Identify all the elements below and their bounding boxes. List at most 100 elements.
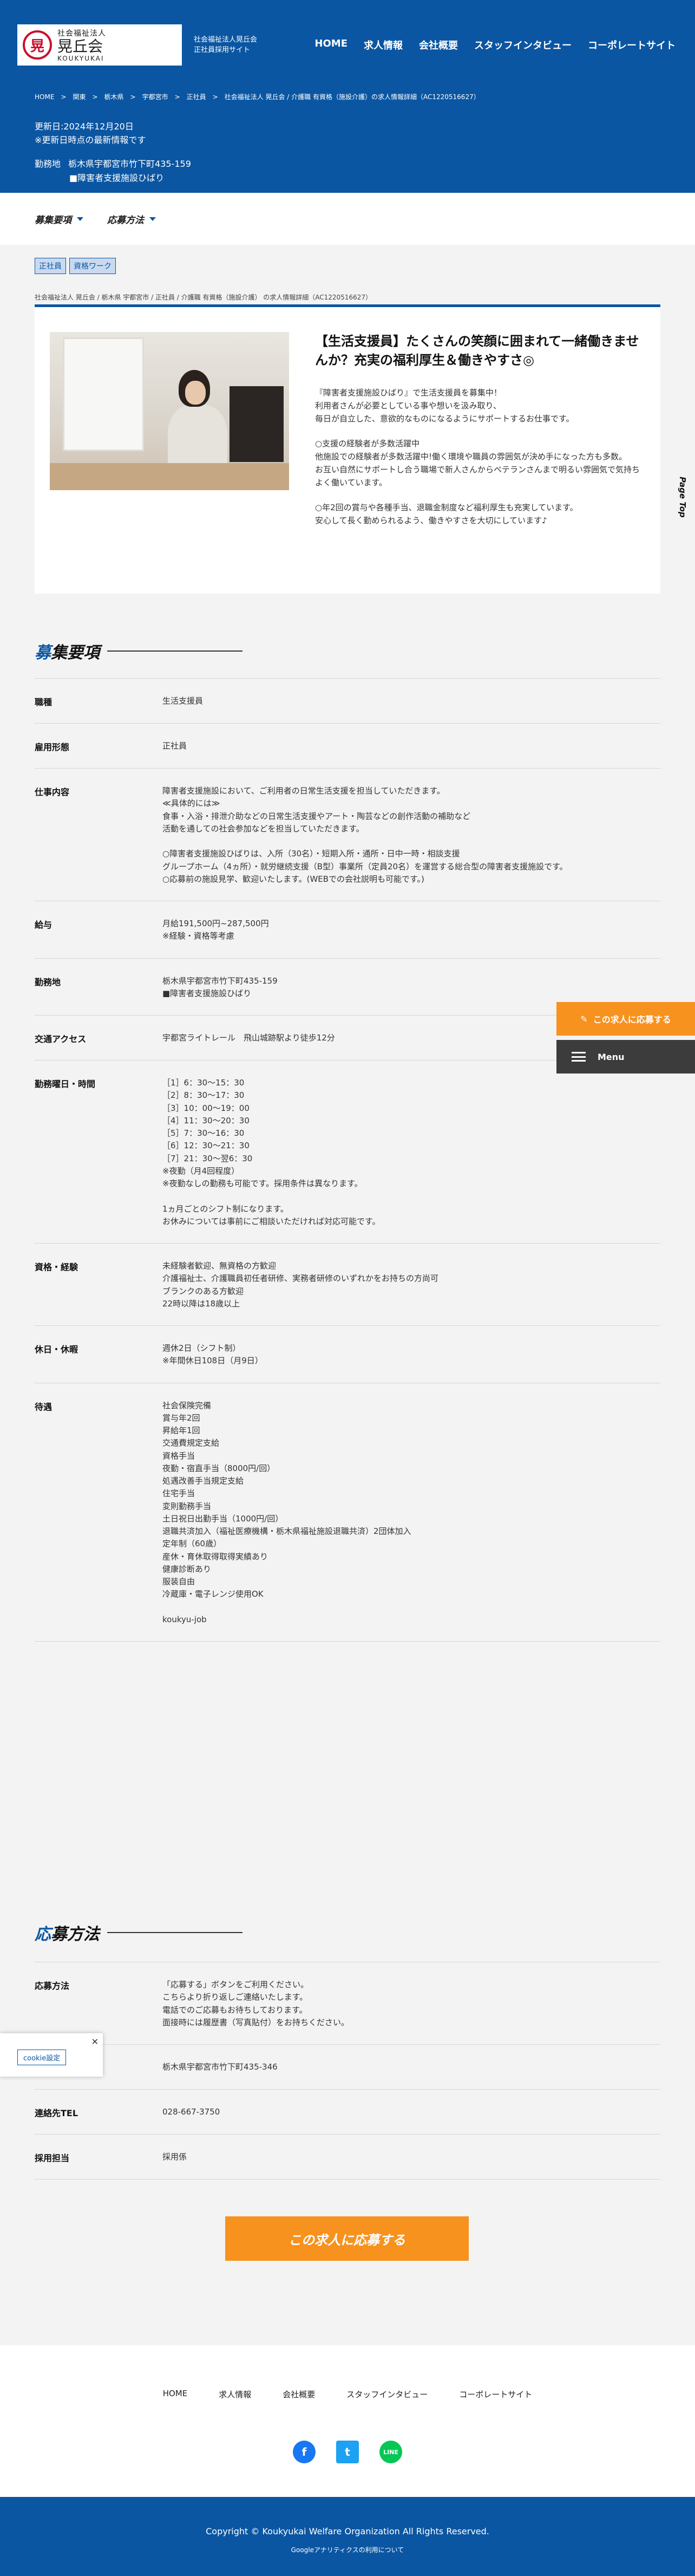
- analytics-link[interactable]: Googleアナリティクスの利用について: [0, 2545, 695, 2554]
- row-value: 正社員: [162, 741, 187, 751]
- row-value: 障害者支援施設において、ご利用者の日常生活支援を担当していただきます。 ≪具体的…: [162, 786, 568, 884]
- table-row: 職種 生活支援員: [35, 679, 660, 724]
- tab-recruit[interactable]: 募集要項: [35, 212, 83, 226]
- updated-info: 更新日:2024年12月20日 ※更新日時点の最新情報です: [35, 120, 146, 147]
- section-heading-rest: 集要項: [51, 643, 100, 662]
- job-description: 『障害者支援施設ひばり』で生活支援員を募集中！ 利用者さんが必要としている事や想…: [315, 386, 640, 539]
- workplace-label: 勤務地: [35, 159, 61, 169]
- tag-employment: 正社員: [35, 258, 66, 274]
- row-value: 栃木県宇都宮市竹下町435-346: [162, 2062, 278, 2072]
- row-value: ［1］6：30〜15：30 ［2］8：30〜17：30 ［3］10：00〜19：…: [162, 1078, 381, 1226]
- copyright-text: Copyright © Koukyukai Welfare Organizati…: [206, 2526, 489, 2536]
- row-value: 社会保険完備 賞与年2回 昇給年1回 交通費規定支給 資格手当 夜勤・宿直手当（…: [162, 1400, 411, 1624]
- table-row: 仕事内容 障害者支援施設において、ご利用者の日常生活支援を担当していただきます。 …: [35, 769, 660, 901]
- section-heading-first-char: 募: [35, 643, 51, 662]
- footer-nav-corporate[interactable]: コーポレートサイト: [459, 2389, 532, 2400]
- row-value: 栃木県宇都宮市竹下町435-159 ■障害者支援施設ひばり: [162, 975, 278, 998]
- chevron-down-icon: [149, 217, 156, 221]
- row-value: 「応募する」ボタンをご利用ください。 こちらより折り返しご連絡いたします。 電話…: [162, 1980, 350, 2027]
- nav-corporate[interactable]: コーポレートサイト: [588, 38, 676, 52]
- row-label: 勤務地: [35, 977, 61, 987]
- logo-text: 社会福祉法人 晃丘会 KOUKYUKAI: [57, 28, 106, 63]
- breadcrumb[interactable]: HOME > 関東 > 栃木県 > 宇都宮市 > 正社員 > 社会福祉法人 晃丘…: [35, 92, 480, 101]
- footer-nav-jobs[interactable]: 求人情報: [219, 2389, 251, 2400]
- table-row: 応募方法 「応募する」ボタンをご利用ください。 こちらより折り返しご連絡いたします…: [35, 1962, 660, 2045]
- table-row: 給与 月給191,500円~287,500円 ※経験・資格等考慮: [35, 901, 660, 959]
- job-headline: 【生活支援員】たくさんの笑顔に囲まれて一緒働きませんか？充実の福利厚生＆働きやす…: [315, 334, 639, 368]
- row-value: 月給191,500円~287,500円 ※経験・資格等考慮: [162, 919, 269, 941]
- workplace-summary: 勤務地 栃木県宇都宮市竹下町435-159 ■障害者支援施設ひばり: [35, 157, 191, 185]
- staff-photo: [50, 332, 289, 490]
- twitter-icon[interactable]: t: [336, 2441, 359, 2463]
- nav-company[interactable]: 会社概要: [419, 38, 458, 52]
- line-icon[interactable]: LINE: [379, 2441, 402, 2463]
- job-tags: 正社員 資格ワーク: [35, 258, 116, 274]
- nav-home[interactable]: HOME: [314, 38, 348, 52]
- chevron-down-icon: [77, 217, 83, 221]
- table-row: 勤務曜日・時間 ［1］6：30〜15：30 ［2］8：30〜17：30 ［3］10…: [35, 1061, 660, 1244]
- job-description-paragraph: 『障害者支援施設ひばり』で生活支援員を募集中！ 利用者さんが必要としている事や想…: [315, 388, 574, 424]
- footer-nav-interview[interactable]: スタッフインタビュー: [346, 2389, 428, 2400]
- row-label: 給与: [35, 920, 53, 930]
- logo-sub: KOUKYUKAI: [57, 55, 104, 63]
- table-row: 雇用形態 正社員: [35, 724, 660, 769]
- nav-interview[interactable]: スタッフインタビュー: [474, 38, 572, 52]
- table-row: 資格・経験 未経験者歓迎、無資格の方歓迎 介護福祉士、介護職員初任者研修、実務者研…: [35, 1244, 660, 1326]
- tag-qualification: 資格ワーク: [69, 258, 116, 274]
- job-description-paragraph: ○年2回の賞与や各種手当、退職金制度など福利厚生も充実しています。 安心して長く…: [315, 503, 578, 525]
- facebook-icon[interactable]: f: [293, 2441, 316, 2463]
- row-value: 週休2日（シフト制） ※年間休日108日（月9日）: [162, 1343, 263, 1366]
- tab-apply[interactable]: 応募方法: [107, 212, 156, 226]
- row-value: 未経験者歓迎、無資格の方歓迎 介護福祉士、介護職員初任者研修、実務者研修のいずれ…: [162, 1261, 439, 1309]
- tab-recruit-label: 募集要項: [35, 214, 71, 226]
- section-heading-rest: 募方法: [51, 1925, 100, 1944]
- section-heading-first-char: 応: [35, 1925, 51, 1944]
- row-label: 待遇: [35, 1401, 53, 1412]
- table-row: 連絡先住所栃木県宇都宮市竹下町435-346: [35, 2045, 660, 2090]
- row-label: 採用担当: [35, 2153, 70, 2163]
- menu-icon: [572, 1052, 586, 1062]
- tab-apply-label: 応募方法: [107, 214, 144, 226]
- table-row: 休日・休暇 週休2日（シフト制） ※年間休日108日（月9日）: [35, 1326, 660, 1383]
- row-value: 028-667-3750: [162, 2107, 220, 2117]
- side-apply-label: この求人に応募する: [593, 1014, 671, 1025]
- copyright-bar: Copyright © Koukyukai Welfare Organizati…: [0, 2497, 695, 2576]
- workplace-facility: ■障害者支援施設ひばり: [69, 172, 165, 183]
- footer-nav-home[interactable]: HOME: [163, 2389, 188, 2400]
- table-row: 待遇 社会保険完備 賞与年2回 昇給年1回 交通費規定支給 資格手当 夜勤・宿直手…: [35, 1383, 660, 1642]
- row-label: 資格・経験: [35, 1262, 78, 1272]
- close-icon[interactable]: ✕: [91, 2037, 99, 2047]
- cookie-banner: ✕ cookie設定: [0, 2033, 103, 2077]
- main-nav: HOME 求人情報 会社概要 スタッフインタビュー コーポレートサイト: [314, 38, 676, 52]
- job-summary-card: 【生活支援員】たくさんの笑顔に囲まれて一緒働きませんか？充実の福利厚生＆働きやす…: [35, 304, 660, 594]
- section-heading-apply: 応募方法: [35, 1921, 242, 1944]
- row-value: 生活支援員: [162, 696, 204, 706]
- apply-table: 応募方法 「応募する」ボタンをご利用ください。 こちらより折り返しご連絡いたします…: [35, 1962, 660, 2180]
- table-row: 連絡先TEL 028-667-3750: [35, 2090, 660, 2135]
- site-subtitle: 社会福祉法人晃丘会 正社員採用サイト: [194, 35, 258, 55]
- section-heading-recruit: 募集要項: [35, 639, 242, 663]
- workplace-address: 栃木県宇都宮市竹下町435-159: [68, 159, 191, 169]
- row-label: 雇用形態: [35, 742, 70, 752]
- cookie-settings-button[interactable]: cookie設定: [17, 2050, 67, 2065]
- side-menu-label: Menu: [598, 1051, 625, 1062]
- pen-icon: ✎: [580, 1013, 588, 1024]
- footer-nav-company[interactable]: 会社概要: [283, 2389, 315, 2400]
- job-description-paragraph: ○支援の経験者が多数活躍中 他施設での経験者が多数活躍中!働く環境や職員の雰囲気…: [315, 439, 640, 487]
- row-label: 休日・休暇: [35, 1344, 78, 1355]
- updated-date: 更新日:2024年12月20日: [35, 121, 134, 132]
- page-top-button[interactable]: Page Top: [678, 477, 687, 518]
- breadcrumb-secondary: 社会福祉法人 晃丘会 / 栃木県 宇都宮市 / 正社員 / 介護職 有資格（施設…: [35, 294, 372, 301]
- row-value: 採用係: [162, 2152, 187, 2162]
- nav-jobs[interactable]: 求人情報: [364, 38, 403, 52]
- apply-button[interactable]: この求人に応募する: [225, 2216, 469, 2261]
- recruit-table: 職種 生活支援員雇用形態 正社員仕事内容 障害者支援施設において、ご利用者の日常生活支…: [35, 678, 660, 1642]
- side-menu-button[interactable]: Menu: [556, 1040, 695, 1074]
- logo[interactable]: 晃 社会福祉法人 晃丘会 KOUKYUKAI: [17, 24, 182, 66]
- logo-mark-icon: 晃: [23, 30, 52, 60]
- sns-links: f t LINE: [0, 2441, 695, 2463]
- side-apply-button[interactable]: ✎ この求人に応募する: [556, 1002, 695, 1036]
- table-row: 採用担当 採用係: [35, 2135, 660, 2180]
- row-label: 仕事内容: [35, 787, 70, 797]
- row-label: 交通アクセス: [35, 1034, 87, 1044]
